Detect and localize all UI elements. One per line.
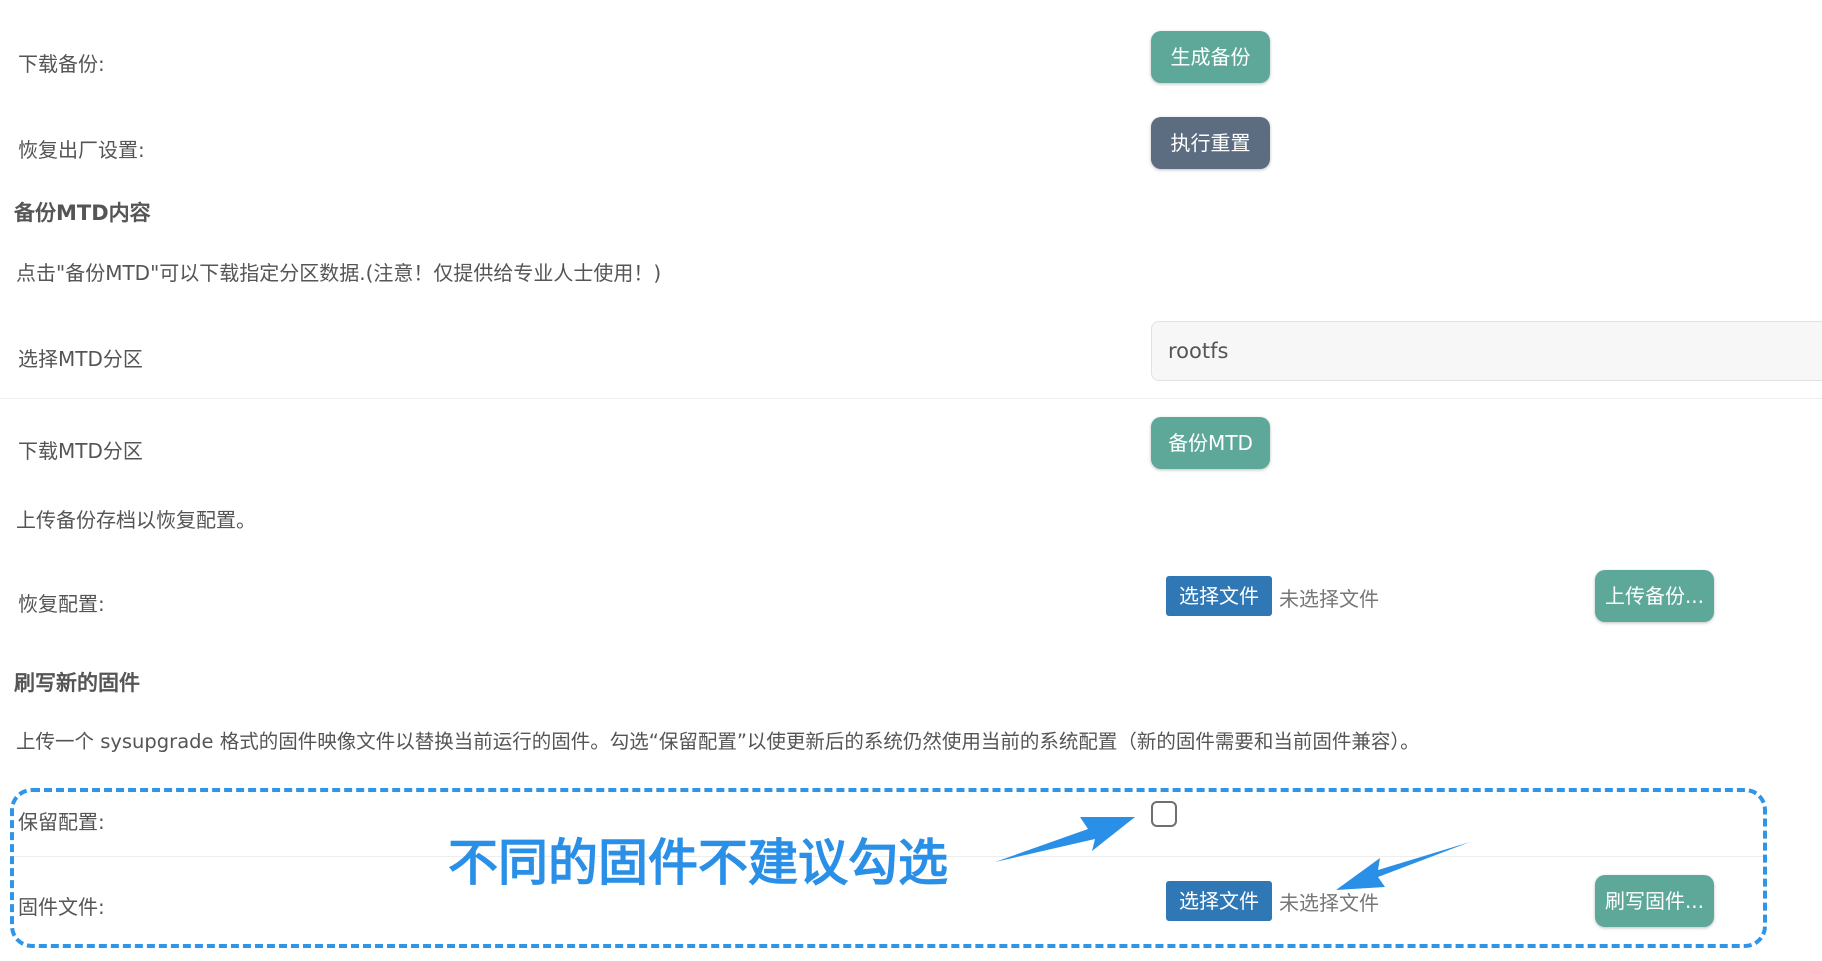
arrow-to-no-file-icon bbox=[1336, 842, 1470, 890]
annotation-arrows bbox=[995, 817, 1470, 890]
arrow-to-checkbox-icon bbox=[995, 817, 1135, 862]
